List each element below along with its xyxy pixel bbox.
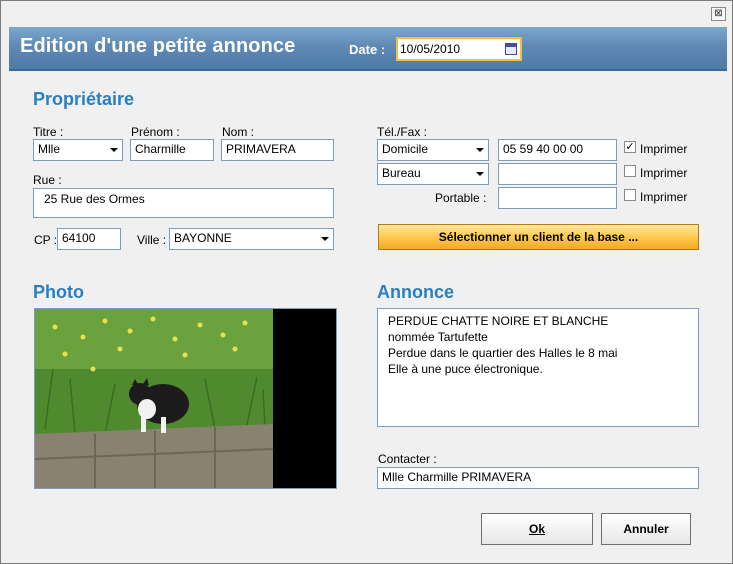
chevron-down-icon[interactable]: [472, 140, 488, 160]
prenom-value: Charmille: [135, 142, 186, 156]
ok-button[interactable]: Ok: [481, 513, 593, 545]
prenom-input[interactable]: Charmille: [130, 139, 214, 161]
ville-label: Ville :: [137, 233, 167, 247]
rue-value: 25 Rue des Ormes: [44, 192, 145, 206]
nom-label: Nom :: [222, 125, 255, 139]
print-checkbox-3[interactable]: [624, 189, 636, 201]
print-label-2: Imprimer: [640, 166, 688, 180]
section-proprietaire: Propriétaire: [33, 89, 135, 109]
tel-fax-label: Tél./Fax :: [377, 125, 428, 139]
phone-number-input-1[interactable]: 05 59 40 00 00: [498, 139, 617, 161]
prenom-label: Prénom :: [131, 125, 180, 139]
phone-type-value-1: Domicile: [382, 142, 429, 156]
print-checkbox-2[interactable]: [624, 165, 636, 177]
phone-type-value-2: Bureau: [382, 166, 421, 180]
section-photo: Photo: [33, 282, 84, 302]
portable-label: Portable :: [435, 191, 487, 205]
rue-label: Rue :: [33, 173, 62, 187]
dialog-title: Edition d'une petite annonce: [20, 35, 296, 57]
nom-input[interactable]: PRIMAVERA: [221, 139, 334, 161]
date-label: Date :: [349, 42, 386, 57]
contact-label: Contacter :: [378, 452, 437, 466]
section-annonce: Annonce: [377, 282, 455, 302]
annonce-line: Elle à une puce électronique.: [388, 362, 543, 376]
dialog-header: Edition d'une petite annonce Date : 10/0…: [9, 27, 727, 71]
annonce-line: nommée Tartufette: [388, 330, 488, 344]
phone-number-input-2[interactable]: [498, 163, 617, 185]
print-label-1: Imprimer: [640, 142, 688, 156]
chevron-down-icon[interactable]: [106, 140, 122, 160]
date-field[interactable]: 10/05/2010: [396, 37, 522, 61]
cp-label: CP :: [34, 233, 58, 247]
contact-value: Mlle Charmille PRIMAVERA: [382, 470, 532, 484]
annonce-line: Perdue dans le quartier des Halles le 8 …: [388, 346, 618, 360]
photo-image: [34, 308, 337, 489]
annonce-line: PERDUE CHATTE NOIRE ET BLANCHE: [388, 314, 609, 328]
contact-input[interactable]: Mlle Charmille PRIMAVERA: [377, 467, 699, 489]
cancel-label: Annuler: [623, 522, 669, 536]
ok-label: Ok: [528, 522, 545, 536]
phone-type-select-2[interactable]: Bureau: [377, 163, 489, 185]
print-checkbox-1[interactable]: ✓: [624, 141, 636, 153]
annonce-textarea[interactable]: PERDUE CHATTE NOIRE ET BLANCHE nommée Ta…: [377, 308, 699, 427]
chevron-down-icon[interactable]: [317, 229, 333, 249]
rue-input[interactable]: 25 Rue des Ormes: [33, 188, 334, 218]
titre-select[interactable]: Mlle: [33, 139, 123, 161]
portable-input[interactable]: [498, 187, 617, 209]
cat-photo: [35, 309, 336, 488]
cp-value: 64100: [62, 231, 96, 245]
calendar-icon[interactable]: [505, 43, 517, 55]
cp-input[interactable]: 64100: [57, 228, 121, 250]
close-icon[interactable]: ⊠: [711, 7, 726, 21]
cancel-button[interactable]: Annuler: [601, 513, 691, 545]
chevron-down-icon[interactable]: [472, 164, 488, 184]
ville-select[interactable]: BAYONNE: [169, 228, 334, 250]
print-label-3: Imprimer: [640, 190, 688, 204]
phone-type-select-1[interactable]: Domicile: [377, 139, 489, 161]
date-value: 10/05/2010: [400, 42, 461, 56]
ville-value: BAYONNE: [174, 231, 232, 245]
dialog-window: ⊠ Edition d'une petite annonce Date : 10…: [0, 0, 733, 564]
select-client-button[interactable]: Sélectionner un client de la base ...: [378, 224, 699, 250]
phone-number-value-1: 05 59 40 00 00: [503, 142, 584, 156]
nom-value: PRIMAVERA: [226, 142, 296, 156]
titre-label: Titre :: [33, 125, 64, 139]
titre-value: Mlle: [38, 142, 61, 156]
